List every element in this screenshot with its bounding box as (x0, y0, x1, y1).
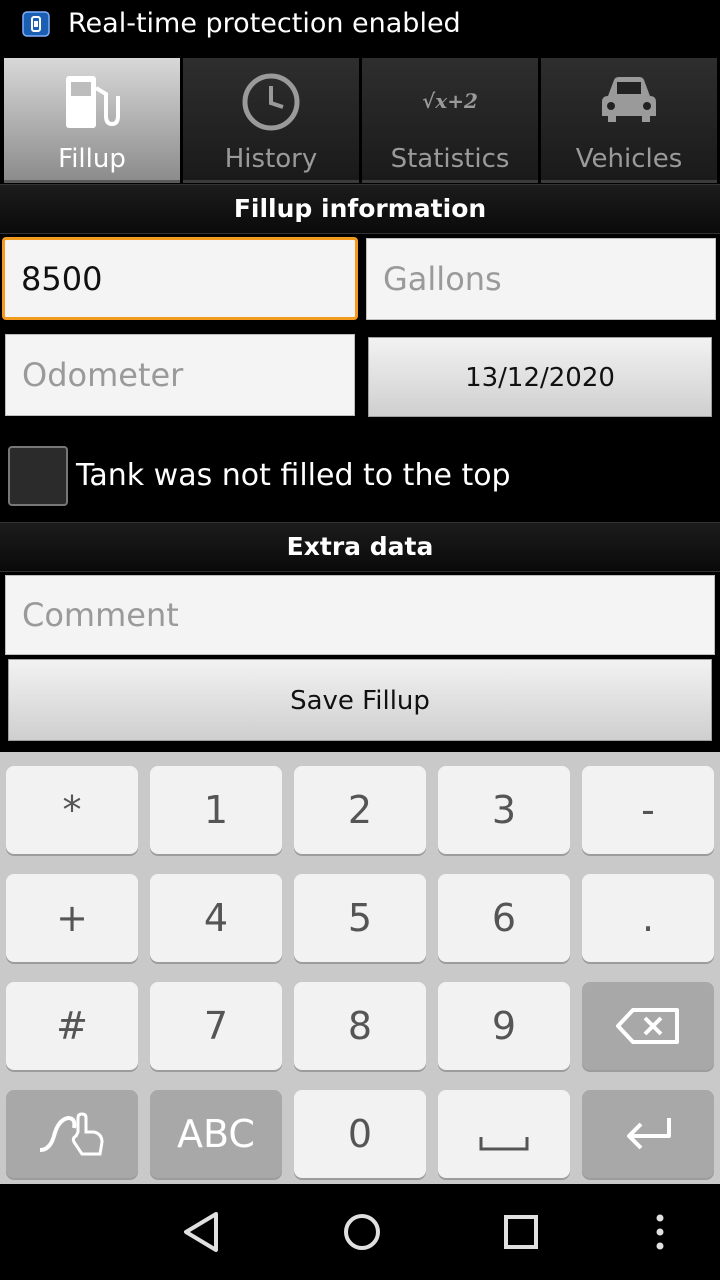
tab-vehicles[interactable]: Vehicles (541, 58, 717, 183)
key-7[interactable]: 7 (150, 982, 282, 1070)
square-root-icon: √x+2 (422, 89, 478, 113)
shield-app-icon (22, 11, 50, 37)
comment-input[interactable] (5, 575, 715, 655)
key-space[interactable] (438, 1090, 570, 1178)
key-backspace[interactable] (582, 982, 714, 1070)
key-enter[interactable] (582, 1090, 714, 1178)
key-hash[interactable]: # (6, 982, 138, 1070)
enter-icon (627, 1118, 671, 1150)
key-8[interactable]: 8 (294, 982, 426, 1070)
tab-label: History (224, 144, 318, 174)
tab-label: Fillup (58, 144, 126, 174)
save-fillup-button[interactable]: Save Fillup (8, 659, 712, 741)
tab-fillup[interactable]: Fillup (4, 58, 180, 183)
more-icon[interactable] (650, 1208, 670, 1256)
back-icon[interactable] (180, 1208, 222, 1256)
key-3[interactable]: 3 (438, 766, 570, 854)
recents-icon[interactable] (500, 1208, 542, 1256)
car-icon (602, 77, 656, 122)
tab-statistics[interactable]: √x+2 Statistics (362, 58, 538, 183)
tank-checkbox-label[interactable]: Tank was not filled to the top (76, 456, 511, 496)
key-9[interactable]: 9 (438, 982, 570, 1070)
key-plus[interactable]: + (6, 874, 138, 962)
notification-text: Real-time protection enabled (68, 8, 461, 39)
clock-icon (242, 73, 300, 131)
key-gesture[interactable] (6, 1090, 138, 1178)
tank-not-full-checkbox[interactable] (8, 446, 68, 506)
square-root-icon-text: √x+2 (422, 89, 478, 113)
tab-label: Vehicles (575, 144, 683, 174)
gallons-input[interactable] (366, 238, 716, 320)
fillup-info-header: Fillup information (0, 184, 720, 234)
tab-history[interactable]: History (183, 58, 359, 183)
backspace-icon (616, 1008, 679, 1044)
price-input[interactable] (2, 237, 358, 320)
odometer-input[interactable] (5, 334, 355, 416)
key-2[interactable]: 2 (294, 766, 426, 854)
tab-label: Statistics (390, 144, 510, 174)
extra-data-header: Extra data (0, 522, 720, 572)
key-minus[interactable]: - (582, 766, 714, 854)
key-period[interactable]: . (582, 874, 714, 962)
space-icon (479, 1136, 529, 1151)
key-1[interactable]: 1 (150, 766, 282, 854)
date-button[interactable]: 13/12/2020 (368, 337, 712, 417)
key-4[interactable]: 4 (150, 874, 282, 962)
key-5[interactable]: 5 (294, 874, 426, 962)
fuel-pump-icon (66, 76, 120, 128)
key-asterisk[interactable]: * (6, 766, 138, 854)
home-icon[interactable] (340, 1208, 384, 1256)
key-abc[interactable]: ABC (150, 1090, 282, 1178)
key-0[interactable]: 0 (294, 1090, 426, 1178)
key-6[interactable]: 6 (438, 874, 570, 962)
gesture-icon (39, 1112, 104, 1156)
